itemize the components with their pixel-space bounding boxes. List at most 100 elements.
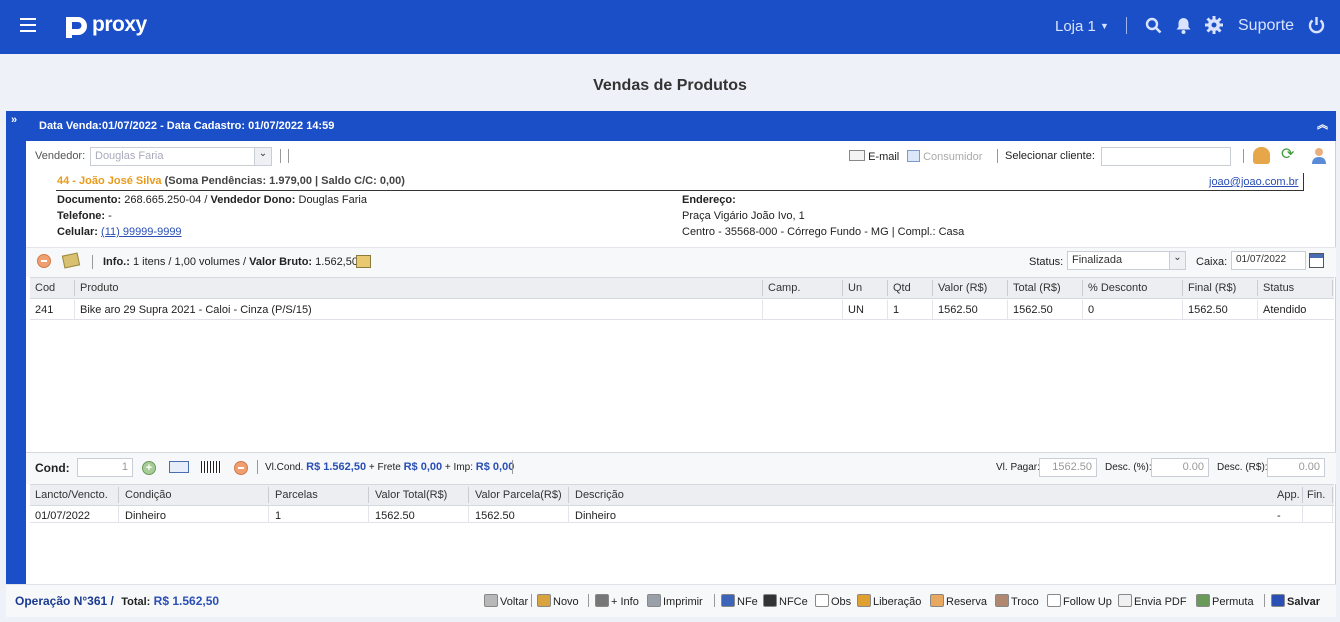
search-icon[interactable] (1145, 17, 1162, 37)
footer-button-nfe[interactable]: NFe (721, 594, 758, 608)
key-icon (857, 594, 871, 607)
cell-label: Celular: (57, 226, 98, 238)
divider (997, 149, 998, 163)
collapse-icon[interactable]: ︽ (1317, 116, 1328, 132)
desc-percent-input[interactable]: 0.00 (1151, 458, 1209, 477)
barcode-icon[interactable] (201, 461, 221, 473)
chevron-down-icon: ▼ (1100, 21, 1109, 31)
table-cell: 241 (35, 304, 54, 316)
footer-button-troco[interactable]: Troco (995, 594, 1039, 608)
calendar-icon[interactable] (1309, 253, 1324, 268)
client-underline (56, 190, 1304, 191)
side-toggle[interactable]: » (6, 111, 26, 586)
row-divider (30, 522, 1334, 523)
divider (1243, 149, 1244, 163)
footer-button-obs[interactable]: Obs (815, 594, 851, 608)
items-col-header[interactable]: Status (1263, 282, 1294, 294)
column-divider (1082, 280, 1083, 296)
parcels-col-header[interactable]: Lancto/Vencto. (35, 489, 108, 501)
client-name[interactable]: 44 - João José Silva (57, 175, 162, 187)
footer-button-novo[interactable]: Novo (537, 594, 579, 608)
remove-item-icon[interactable] (37, 254, 51, 268)
total-value: R$ 1.562,50 (153, 594, 220, 608)
remove-cond-icon[interactable] (234, 461, 248, 475)
footer-button-envia-pdf[interactable]: Envia PDF (1118, 594, 1187, 608)
envelope-icon (1118, 594, 1132, 607)
column-divider (118, 487, 119, 503)
client-email-link[interactable]: joao@joao.com.br (1209, 176, 1298, 188)
pay-input[interactable]: 1562.50 (1039, 458, 1097, 477)
parcels-col-header[interactable]: Parcelas (275, 489, 318, 501)
chat-icon (1047, 594, 1061, 607)
status-select[interactable]: Finalizada ⌄ (1067, 251, 1186, 270)
refresh-icon[interactable]: ⟳ (1281, 147, 1298, 164)
parcels-col-header[interactable]: Valor Total(R$) (375, 489, 447, 501)
desc-percent-label: Desc. (%): (1105, 462, 1152, 473)
cond-qty-input[interactable]: 1 (77, 458, 133, 477)
parcels-col-header[interactable]: Fin. (1307, 489, 1325, 501)
footer-button-imprimir[interactable]: Imprimir (647, 594, 703, 608)
support-link[interactable]: Suporte (1238, 17, 1294, 35)
items-col-header[interactable]: Produto (80, 282, 119, 294)
parcels-col-header[interactable]: Condição (125, 489, 171, 501)
footer-button-follow-up[interactable]: Follow Up (1047, 594, 1112, 608)
items-col-header[interactable]: Valor (R$) (938, 282, 987, 294)
seller-select[interactable]: Douglas Faria ⌄ (90, 147, 272, 166)
table-cell: Bike aro 29 Supra 2021 - Caloi - Cinza (… (80, 304, 312, 316)
footer-button-reserva[interactable]: Reserva (930, 594, 987, 608)
items-col-header[interactable]: Qtd (893, 282, 911, 294)
parcels-col-header[interactable]: App. (1277, 489, 1300, 501)
items-col-header[interactable]: Final (R$) (1188, 282, 1236, 294)
items-col-header[interactable]: Total (R$) (1013, 282, 1061, 294)
column-divider (1302, 506, 1303, 523)
add-cond-icon[interactable]: + (142, 461, 156, 475)
footer-button-voltar[interactable]: Voltar (484, 594, 528, 608)
chevron-down-icon: ⌄ (1169, 252, 1185, 269)
divider (257, 460, 258, 474)
parcels-col-header[interactable]: Valor Parcela(R$) (475, 489, 562, 501)
column-divider (74, 280, 75, 296)
table-cell: 1562.50 (1188, 304, 1228, 316)
column-divider (1007, 280, 1008, 296)
calculator-icon[interactable] (356, 255, 371, 268)
consumer-button[interactable]: Consumidor (907, 150, 982, 163)
pay-label: Vl. Pagar: (996, 462, 1040, 473)
column-divider (842, 300, 843, 319)
parcels-col-header[interactable]: Descrição (575, 489, 624, 501)
footer-button-libera-o[interactable]: Liberação (857, 594, 921, 608)
power-icon[interactable] (1308, 16, 1325, 37)
consumer-icon (907, 150, 920, 162)
footer-button-salvar[interactable]: Salvar (1271, 594, 1320, 608)
footer-button-nfce[interactable]: NFCe (763, 594, 808, 608)
footer-button-label: + Info (611, 596, 639, 608)
gear-icon[interactable] (1205, 16, 1223, 37)
footer-button-permuta[interactable]: Permuta (1196, 594, 1254, 608)
reserve-icon (930, 594, 944, 607)
store-selector[interactable]: Loja 1 ▼ (1055, 18, 1109, 35)
divider (92, 255, 93, 269)
desc-value-input[interactable]: 0.00 (1267, 458, 1325, 477)
items-col-header[interactable]: Cod (35, 282, 55, 294)
select-client-input[interactable] (1101, 147, 1231, 166)
expand-icon[interactable]: » (6, 111, 26, 126)
bell-icon[interactable] (1176, 17, 1191, 37)
items-col-header[interactable]: Camp. (768, 282, 800, 294)
footer-button-label: Permuta (1212, 596, 1254, 608)
card-icon[interactable] (169, 461, 189, 473)
items-col-header[interactable]: Un (848, 282, 862, 294)
frete-value: R$ 0,00 (403, 461, 443, 473)
document-line: Documento: 268.665.250-04 / Vendedor Don… (57, 194, 367, 206)
footer-button-label: Reserva (946, 596, 987, 608)
user-icon[interactable] (1311, 147, 1327, 164)
table-cell: 1 (275, 510, 282, 522)
cash-date-input[interactable]: 01/07/2022 (1231, 251, 1306, 270)
envelope-icon (849, 150, 865, 161)
items-col-header[interactable]: % Desconto (1088, 282, 1147, 294)
edit-client-icon[interactable] (1253, 147, 1270, 164)
cond-label: Cond: (35, 461, 70, 475)
email-button[interactable]: E-mail (849, 150, 899, 163)
cell-link[interactable]: (11) 99999-9999 (101, 226, 182, 238)
menu-icon[interactable] (20, 18, 36, 32)
footer-button-label: Troco (1011, 596, 1039, 608)
footer-button-info[interactable]: + Info (595, 594, 639, 608)
